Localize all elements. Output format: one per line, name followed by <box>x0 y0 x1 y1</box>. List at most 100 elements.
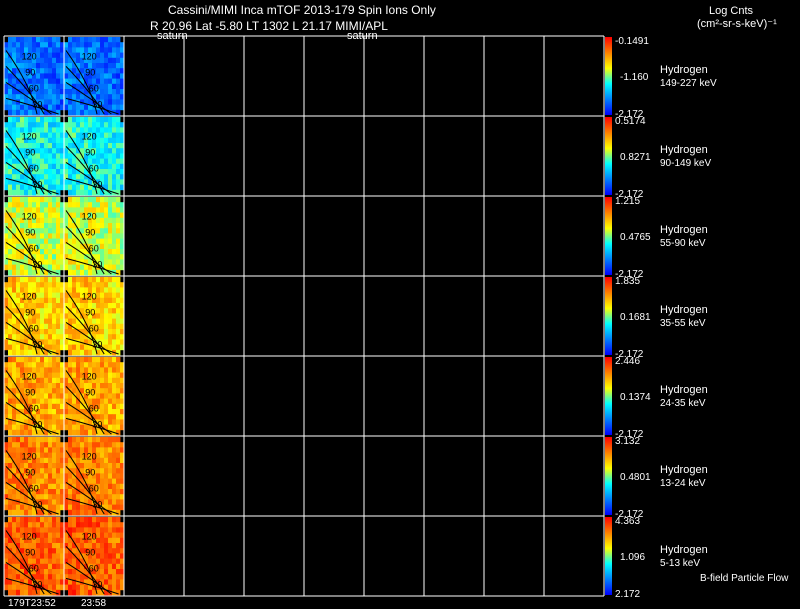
heatmap-cell <box>36 463 41 469</box>
heatmap-cell <box>112 468 117 474</box>
heatmap-cell <box>116 104 121 111</box>
heatmap-cell <box>52 393 57 399</box>
heatmap-cell <box>56 99 61 105</box>
heatmap-cell <box>40 558 45 565</box>
heatmap-cell <box>96 127 101 133</box>
heatmap-cell <box>96 282 101 288</box>
heatmap-cell <box>116 563 121 570</box>
heatmap-cell <box>64 282 69 288</box>
heatmap-cell <box>64 264 69 271</box>
heatmap-cell <box>52 543 57 549</box>
heatmap-cell <box>76 269 81 276</box>
heatmap-cell <box>112 504 117 511</box>
heatmap-cell <box>12 238 17 245</box>
heatmap-cell <box>56 249 61 255</box>
heatmap-cell <box>40 153 45 159</box>
contour-label: 30 <box>32 420 42 430</box>
heatmap-cell <box>68 233 73 239</box>
heatmap-cell <box>88 282 93 288</box>
heatmap-cell <box>20 94 25 100</box>
heatmap-cell <box>48 344 53 351</box>
heatmap-cell <box>108 367 113 373</box>
heatmap-cell <box>100 558 105 565</box>
heatmap-cell <box>76 563 81 570</box>
heatmap-cell <box>96 132 101 139</box>
heatmap-cell <box>52 292 57 299</box>
contour-label: 60 <box>29 324 39 334</box>
heatmap-cell <box>56 143 61 149</box>
heatmap-cell <box>116 329 121 335</box>
heatmap-cell <box>12 522 17 528</box>
heatmap-cell <box>104 197 109 203</box>
heatmap-cell <box>4 377 9 384</box>
heatmap-cell <box>104 169 109 175</box>
heatmap-cell <box>40 197 45 203</box>
heatmap-cell <box>16 532 21 539</box>
heatmap-cell <box>104 377 109 384</box>
heatmap-cell <box>44 212 49 219</box>
heatmap-cell <box>100 292 105 299</box>
heatmap-cell <box>44 143 49 149</box>
heatmap-cell <box>104 179 109 185</box>
heatmap-cell <box>40 47 45 53</box>
heatmap-cell <box>12 132 17 139</box>
heatmap-cell <box>52 329 57 335</box>
bfield-label: B-field Particle Flow <box>700 573 789 584</box>
heatmap-cell <box>52 197 57 203</box>
heatmap-cell <box>72 437 77 443</box>
heatmap-cell <box>108 197 113 203</box>
heatmap-cell <box>56 383 61 389</box>
heatmap-cell <box>8 37 13 43</box>
heatmap-cell <box>104 517 109 523</box>
heatmap-cell <box>56 297 61 304</box>
heatmap-cell <box>100 303 105 309</box>
colorbar-max-label: -0.1491 <box>615 36 649 47</box>
contour-label: 120 <box>82 132 97 142</box>
heatmap-cell <box>12 437 17 443</box>
heatmap-cell <box>112 297 117 304</box>
heatmap-cell <box>44 499 49 505</box>
heatmap-cell <box>68 357 73 363</box>
heatmap-cell <box>56 169 61 175</box>
heatmap-cell <box>44 494 49 500</box>
heatmap-cell <box>4 344 9 351</box>
heatmap-cell <box>44 158 49 165</box>
heatmap-cell <box>116 537 121 544</box>
heatmap-cell <box>44 148 49 154</box>
heatmap-cell <box>56 483 61 490</box>
heatmap-cell <box>12 409 17 415</box>
heatmap-cell <box>4 442 9 448</box>
heatmap-cell <box>4 468 9 474</box>
heatmap-cell <box>116 89 121 95</box>
heatmap-cell <box>100 68 105 74</box>
heatmap-cell <box>104 442 109 448</box>
heatmap-cell <box>8 318 13 325</box>
heatmap-cell <box>40 457 45 464</box>
heatmap-cell <box>24 184 29 191</box>
heatmap-cell <box>108 68 113 74</box>
heatmap-cell <box>40 78 45 85</box>
heatmap-cell <box>76 163 81 170</box>
heatmap-cell <box>116 179 121 185</box>
heatmap-cell <box>112 37 117 43</box>
heatmap-cell <box>88 589 93 596</box>
heatmap-cell <box>112 414 117 420</box>
heatmap-cell <box>76 137 81 144</box>
heatmap-cell <box>52 553 57 559</box>
heatmap-cell <box>44 548 49 554</box>
heatmap-cell <box>12 78 17 85</box>
heatmap-cell <box>12 52 17 59</box>
heatmap-cell <box>72 584 77 591</box>
heatmap-cell <box>8 584 13 591</box>
heatmap-cell <box>36 537 41 544</box>
heatmap-cell <box>40 238 45 245</box>
heatmap-cell <box>40 163 45 170</box>
heatmap-cell <box>20 104 25 111</box>
heatmap-cell <box>8 169 13 175</box>
heatmap-cell <box>84 424 89 431</box>
heatmap-cell <box>52 457 57 464</box>
heatmap-cell <box>8 522 13 528</box>
heatmap-cell <box>104 158 109 165</box>
heatmap-cell <box>8 442 13 448</box>
heatmap-cell <box>16 442 21 448</box>
